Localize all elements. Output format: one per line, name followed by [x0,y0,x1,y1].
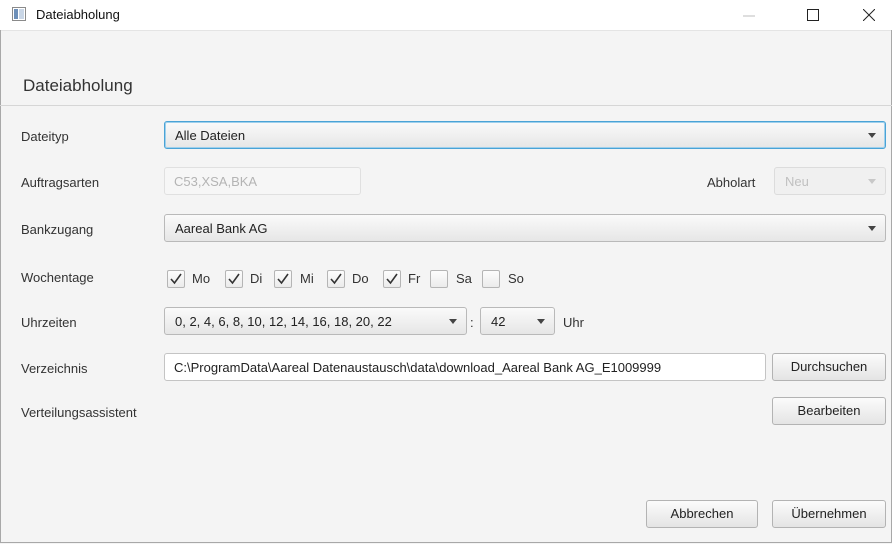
checkbox-so-label: So [508,271,524,286]
hours-combo[interactable]: 0, 2, 4, 6, 8, 10, 12, 14, 16, 18, 20, 2… [164,307,467,335]
uhrzeiten-label: Uhrzeiten [21,315,77,330]
checkmark-icon [330,273,342,285]
checkbox-di[interactable] [225,270,243,288]
verzeichnis-label: Verzeichnis [21,361,88,376]
minute-value: 42 [491,314,506,329]
checkbox-mo[interactable] [167,270,185,288]
checkbox-mi[interactable] [274,270,292,288]
directory-field[interactable]: C:\ProgramData\Aareal Datenaustausch\dat… [164,353,766,381]
minute-combo[interactable]: 42 [480,307,555,335]
chevron-down-icon [537,319,545,324]
weekday-checkboxes: Mo Di Mi Do Fr Sa So [0,0,892,322]
checkbox-sa[interactable] [430,270,448,288]
directory-value: C:\ProgramData\Aareal Datenaustausch\dat… [174,360,662,375]
checkbox-do[interactable] [327,270,345,288]
checkmark-icon [386,273,398,285]
chevron-down-icon [449,319,457,324]
checkbox-fr-label: Fr [408,271,421,286]
hours-value: 0, 2, 4, 6, 8, 10, 12, 14, 16, 18, 20, 2… [175,314,392,329]
checkbox-di-label: Di [250,271,263,286]
checkmark-icon [228,273,240,285]
checkbox-mo-label: Mo [192,271,211,286]
checkbox-fr[interactable] [383,270,401,288]
edit-button[interactable]: Bearbeiten [772,397,886,425]
browse-button[interactable]: Durchsuchen [772,353,886,381]
checkbox-do-label: Do [352,271,369,286]
apply-button[interactable]: Übernehmen [772,500,886,528]
cancel-button[interactable]: Abbrechen [646,500,758,528]
verteilungsassistent-label: Verteilungsassistent [21,405,137,420]
time-unit: Uhr [563,315,584,330]
checkbox-sa-label: Sa [456,271,472,286]
checkmark-icon [170,273,182,285]
time-separator: : [470,315,474,330]
checkbox-mi-label: Mi [300,271,314,286]
checkmark-icon [277,273,289,285]
checkbox-so[interactable] [482,270,500,288]
